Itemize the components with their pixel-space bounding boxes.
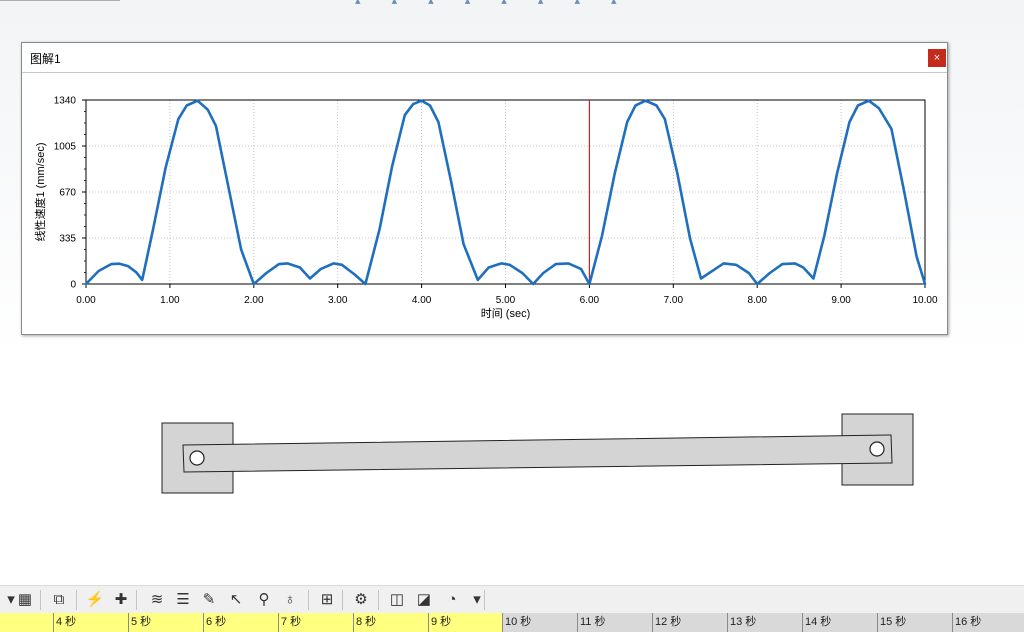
x-tick-label: 1.00 [160, 295, 180, 306]
graph-titlebar[interactable]: 图解1 × [22, 43, 947, 73]
filter-icon[interactable]: ◔ [441, 589, 463, 611]
y-tick-label: 335 [59, 234, 76, 245]
x-tick-label: 3.00 [328, 295, 348, 306]
timeline[interactable]: 4 秒 5 秒 6 秒 7 秒 8 秒 9 秒 10 秒 11 秒 12 秒 13 秒 14 秒 15… [0, 613, 1024, 632]
timeline-tick-label: 5 秒 [128, 613, 151, 632]
x-tick-label: 8.00 [747, 295, 767, 306]
timeline-tick-label: 9 秒 [428, 613, 451, 632]
contact-icon[interactable]: ↖ [225, 589, 247, 611]
y-tick-label: 0 [70, 280, 76, 291]
y-tick-label: 1340 [54, 96, 77, 107]
x-tick-label: 10.00 [912, 295, 937, 306]
damper-icon[interactable]: ☰ [172, 589, 194, 611]
mechanism-view [161, 413, 914, 494]
toolbar-separator [342, 590, 343, 610]
top-toolbar-remnant: ▴ ▴ ▴ ▴ ▴ ▴ ▴ ▴ [0, 0, 1024, 7]
bushing-icon[interactable]: ♁ [279, 589, 301, 611]
x-tick-label: 9.00 [831, 295, 851, 306]
toolbar-separator [308, 590, 309, 610]
settings-gear-icon[interactable]: ⚙ [350, 589, 372, 611]
add-motor-icon[interactable]: ✚ [110, 589, 132, 611]
timeline-tick-label: 12 秒 [652, 613, 681, 632]
timeline-tick-label: 11 秒 [577, 613, 605, 632]
timeline-tick-label: 8 秒 [353, 613, 376, 632]
right-pin [869, 441, 885, 457]
x-tick-label: 6.00 [580, 295, 600, 306]
top-divider [0, 0, 120, 1]
timeline-tick-label: 4 秒 [53, 613, 76, 632]
calculate-motion-icon[interactable]: ⚡ [84, 589, 106, 611]
timeline-tick-label: 10 秒 [502, 613, 531, 632]
toolbar-separator [378, 590, 379, 610]
x-tick-label: 5.00 [496, 295, 516, 306]
y-axis-label: 线性速度1 (mm/sec) [33, 143, 47, 242]
top-icons-strip: ▴ ▴ ▴ ▴ ▴ ▴ ▴ ▴ [355, 0, 631, 7]
copy-frame-icon[interactable]: ◪ [413, 589, 435, 611]
y-tick-label: 1005 [54, 142, 77, 153]
force-icon[interactable]: ✎ [198, 589, 220, 611]
x-axis-label: 时间 (sec) [481, 307, 531, 320]
graph-title: 图解1 [30, 52, 61, 66]
motion-toolbar: ▾ ▦ ⧉ ⚡ ✚ ≋ ☰ ✎ ↖ ⚲ ♁ ⊞ ⚙ ◫ ◪ ◔ ▾ [0, 585, 1024, 614]
velocity-plot: 0.00 1.00 2.00 3.00 4.00 5.00 6.00 7.00 8.00 9.00… [33, 96, 938, 321]
timeline-tick-label: 14 秒 [802, 613, 831, 632]
timeline-tick-label: 13 秒 [727, 613, 756, 632]
timeline-tick-label: 7 秒 [278, 613, 301, 632]
y-tick-label: 670 [59, 188, 76, 199]
timeline-tick-label: 6 秒 [203, 613, 226, 632]
timeline-tick-label: 16 秒 [952, 613, 981, 632]
toolbar-separator [76, 590, 77, 610]
x-tick-label: 2.00 [244, 295, 264, 306]
results-plots-icon[interactable]: ⊞ [316, 589, 338, 611]
more-arrow-icon[interactable]: ▾ [466, 589, 488, 611]
x-tick-label: 7.00 [664, 295, 684, 306]
camera-icon[interactable]: ⧉ [48, 589, 70, 611]
toolbar-separator [40, 590, 41, 610]
gravity-icon[interactable]: ⚲ [253, 589, 275, 611]
spring-icon[interactable]: ≋ [146, 589, 168, 611]
timeline-tick-label: 15 秒 [877, 613, 906, 632]
graph-window[interactable]: 图解1 × 0.00 1.00 2.00 3.00 4.00 5.00 6.00 7.00 8.… [21, 42, 948, 335]
toolbar-separator [136, 590, 137, 610]
left-pin [189, 450, 205, 466]
key-frame-icon[interactable]: ◫ [386, 589, 408, 611]
x-tick-label: 4.00 [412, 295, 432, 306]
close-button[interactable]: × [928, 49, 946, 67]
connecting-rod [182, 434, 893, 473]
save-animation-icon[interactable]: ▦ [14, 589, 36, 611]
x-tick-label: 0.00 [76, 295, 96, 306]
